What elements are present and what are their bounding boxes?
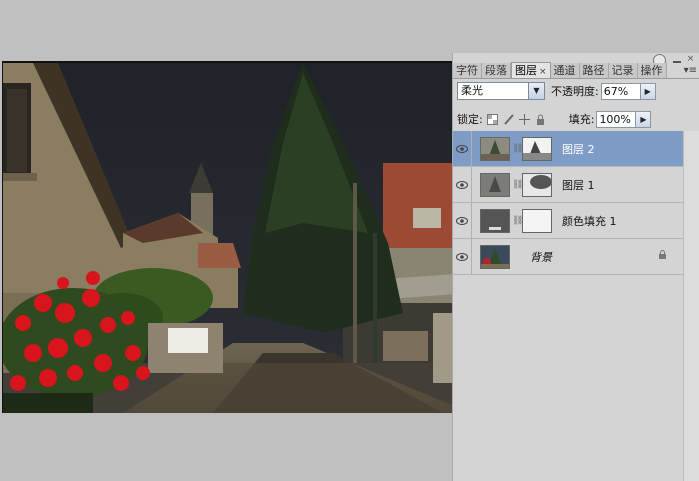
layer-name: 颜色填充 1: [562, 214, 617, 228]
layer-mask-thumbnail[interactable]: [522, 136, 552, 161]
tab-character[interactable]: 字符: [453, 63, 482, 78]
layer-row[interactable]: 背景: [453, 239, 683, 275]
chevron-down-icon[interactable]: ▼: [528, 83, 544, 99]
fill-slider-arrow-icon[interactable]: ▶: [636, 110, 652, 128]
layer-row[interactable]: ⛓ 图层 1: [453, 167, 683, 203]
blend-row: 柔光 ▼ 不透明度: 67% ▶: [457, 81, 697, 101]
tab-history[interactable]: 记录: [608, 63, 638, 78]
mask-link-icon[interactable]: ⛓: [512, 180, 523, 190]
layer-row[interactable]: ⛓ 图层 2: [453, 131, 683, 167]
layer-row[interactable]: ⛓ 颜色填充 1: [453, 203, 683, 239]
layer-lock-icon: [659, 250, 666, 259]
blend-mode-value: 柔光: [461, 84, 483, 97]
tab-actions[interactable]: 操作: [637, 63, 667, 78]
lock-image-pixels-brush-icon[interactable]: [503, 113, 515, 125]
blend-mode-select[interactable]: 柔光 ▼: [457, 82, 545, 100]
photo-image: [3, 63, 471, 413]
lock-position-move-icon[interactable]: [519, 113, 531, 125]
opacity-label: 不透明度:: [551, 85, 599, 98]
lock-all-icon[interactable]: [535, 113, 547, 125]
visibility-eye-icon[interactable]: [453, 203, 472, 238]
lock-row: 锁定: 填充: 100% ▶: [457, 109, 697, 129]
layers-scrollbar[interactable]: [683, 131, 699, 481]
panel-menu-icon[interactable]: ▾≡: [684, 65, 697, 76]
layer-thumbnail: [480, 136, 510, 161]
visibility-eye-icon[interactable]: [453, 167, 472, 202]
layer-mask-thumbnail[interactable]: [522, 172, 552, 197]
layer-name: 图层 2: [562, 142, 595, 156]
layer-thumbnail: [480, 244, 510, 269]
tab-channels[interactable]: 通道: [550, 63, 580, 78]
tab-paths[interactable]: 路径: [579, 63, 609, 78]
fill-layer-thumbnail: [480, 208, 510, 233]
opacity-input[interactable]: 67%: [600, 82, 641, 100]
visibility-eye-icon[interactable]: [453, 239, 472, 274]
tab-layers[interactable]: 图层 ×: [511, 62, 551, 78]
layers-list: ⛓ 图层 2 ⛓ 图层 1 ⛓ 颜色填充 1 背景: [453, 131, 683, 275]
panel-tabs: 字符 段落 图层 × 通道 路径 记录 操作: [453, 61, 699, 79]
fill-input[interactable]: 100%: [596, 110, 637, 128]
mask-link-icon[interactable]: ⛓: [512, 144, 523, 154]
layer-name: 图层 1: [562, 178, 595, 192]
document-canvas[interactable]: [2, 61, 471, 413]
tab-paragraph[interactable]: 段落: [482, 63, 511, 78]
mask-link-icon[interactable]: ⛓: [512, 216, 523, 226]
lock-label: 锁定:: [457, 113, 483, 126]
layer-mask-thumbnail[interactable]: [522, 208, 552, 233]
lock-transparent-pixels-icon[interactable]: [487, 113, 499, 125]
tab-close-icon[interactable]: ×: [539, 67, 547, 77]
visibility-eye-icon[interactable]: [453, 131, 472, 166]
layers-panel: × 字符 段落 图层 × 通道 路径 记录 操作 ▾≡ 柔光 ▼ 不透明度: 67…: [452, 53, 699, 481]
layer-thumbnail: [480, 172, 510, 197]
opacity-slider-arrow-icon[interactable]: ▶: [640, 82, 656, 100]
fill-label: 填充:: [568, 113, 595, 126]
layer-name: 背景: [530, 250, 552, 264]
